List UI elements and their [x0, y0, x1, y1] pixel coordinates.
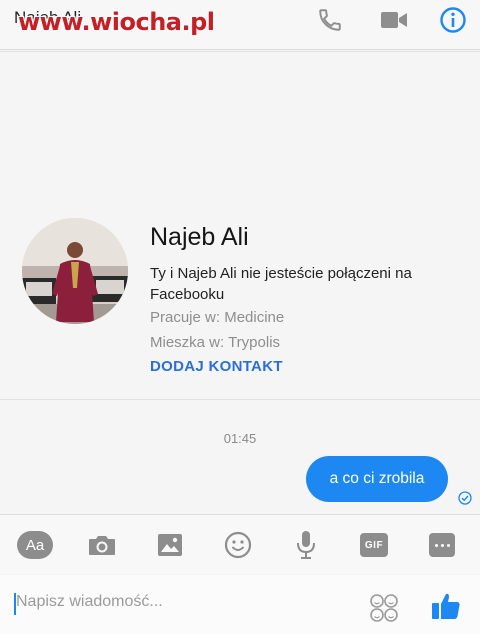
divider — [0, 399, 480, 400]
more-icon[interactable] — [424, 529, 460, 561]
profile-name: Najeb Ali — [150, 223, 249, 251]
camera-icon[interactable] — [84, 529, 120, 561]
message-composer — [0, 575, 480, 634]
video-camera-icon[interactable] — [376, 4, 412, 36]
divider — [0, 51, 480, 52]
gif-button[interactable]: GIF — [356, 529, 392, 561]
thumbs-up-icon[interactable] — [430, 590, 462, 622]
gif-label: GIF — [360, 533, 388, 557]
text-format-button[interactable]: Aa — [17, 529, 53, 561]
profile-work: Pracuje w: Medicine — [150, 309, 285, 326]
profile-avatar[interactable] — [22, 218, 128, 324]
message-input[interactable] — [14, 587, 354, 617]
emoji-icon[interactable] — [220, 529, 256, 561]
connection-note: Ty i Najeb Ali nie jesteście połączeni n… — [150, 265, 412, 303]
phone-icon[interactable] — [312, 4, 348, 36]
microphone-icon[interactable] — [288, 529, 324, 561]
message-timestamp: 01:45 — [223, 431, 257, 446]
stickers-icon[interactable] — [369, 593, 399, 623]
profile-home: Mieszka w: Trypolis — [150, 334, 281, 351]
sent-message-bubble[interactable]: a co ci zrobila — [306, 456, 448, 502]
chat-area[interactable]: Najeb Ali Ty i Najeb Ali nie jesteście p… — [0, 51, 480, 513]
composer-toolbar: Aa GIF — [0, 514, 480, 574]
add-contact-button[interactable]: DODAJ KONTAKT — [150, 358, 283, 375]
conversation-header: Najeb Ali www.wiocha.pl — [0, 0, 480, 50]
info-icon[interactable] — [435, 4, 471, 36]
seen-check-icon — [458, 491, 472, 505]
aa-label: Aa — [17, 531, 53, 559]
image-icon[interactable] — [152, 529, 188, 561]
watermark: www.wiocha.pl — [18, 8, 215, 36]
